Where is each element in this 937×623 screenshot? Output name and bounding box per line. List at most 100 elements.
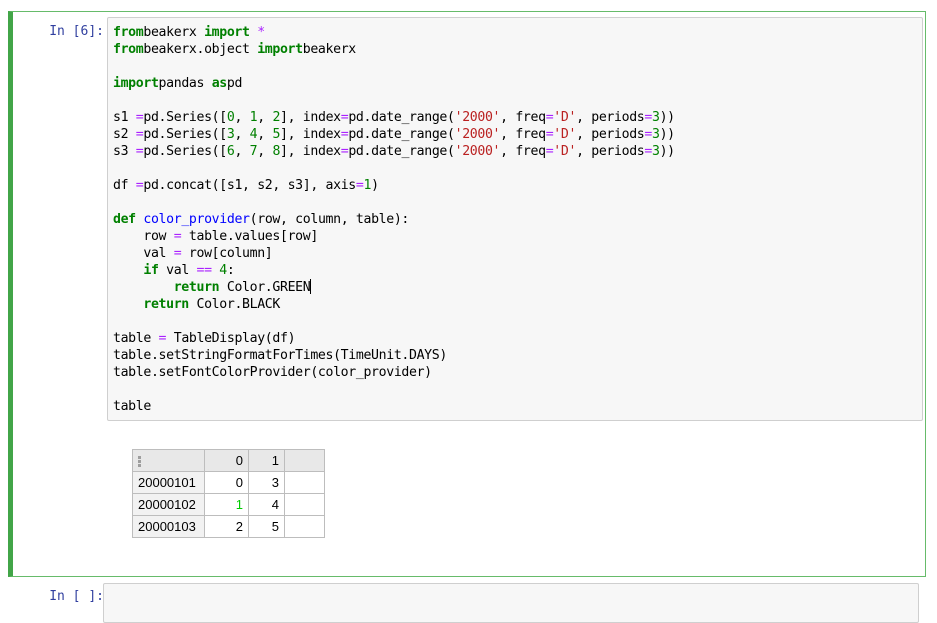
menu-dots-icon[interactable] — [138, 455, 141, 468]
code-token: , periods — [576, 110, 645, 125]
cell-prompt: In [6]: — [49, 24, 104, 39]
code-token: table — [113, 331, 159, 346]
cell-prompt: In [ ]: — [49, 589, 104, 604]
column-header[interactable]: 0 — [204, 449, 249, 472]
code-token: 2 — [272, 110, 281, 125]
code-token: TableDisplay(df) — [166, 331, 296, 346]
code-token: 1 — [363, 178, 372, 193]
table-cell[interactable]: 3 — [248, 471, 285, 494]
code-line: val = row[column] — [113, 245, 675, 262]
code-token: pd.date_range( — [348, 127, 455, 142]
code-token: )) — [659, 127, 676, 142]
code-token: pd.Series([ — [143, 144, 227, 159]
code-token: color_provider — [143, 212, 250, 227]
code-token: 3 — [651, 144, 660, 159]
code-token: '2000' — [454, 110, 501, 125]
code-token: if — [143, 263, 159, 278]
code-token: 8 — [272, 144, 281, 159]
code-token: 4 — [219, 263, 227, 278]
code-token: '2000' — [454, 127, 501, 142]
code-text[interactable]: frombeakerx import * frombeakerx.object i… — [113, 24, 675, 415]
code-token: pd.concat([s1, s2, s3], axis — [143, 178, 356, 193]
code-token: pd.date_range( — [348, 144, 455, 159]
code-token: ) — [371, 178, 379, 193]
code-cell-active[interactable]: In [6]: frombeakerx import * frombeakerx.… — [8, 11, 926, 577]
code-line: row = table.values[row] — [113, 228, 675, 245]
text-cursor — [310, 279, 312, 294]
table-row[interactable]: 20000103 2 5 — [132, 515, 325, 538]
row-index[interactable]: 20000103 — [132, 515, 205, 538]
column-header[interactable]: 1 — [248, 449, 285, 472]
code-token: 'D' — [553, 127, 577, 142]
code-token: from — [113, 25, 144, 40]
code-token: import — [204, 25, 250, 40]
table-cell[interactable]: 4 — [248, 493, 285, 516]
code-editor[interactable]: frombeakerx import * frombeakerx.object i… — [107, 17, 923, 421]
index-header[interactable] — [132, 449, 205, 472]
code-token: table.setFontColorProvider(color_provide… — [113, 365, 432, 380]
table-header-row: 0 1 — [132, 449, 325, 472]
code-token: beakerx.object — [143, 42, 258, 57]
row-filler — [284, 471, 325, 494]
code-token: df — [113, 178, 136, 193]
code-token: s1 — [113, 110, 136, 125]
code-token: pd.Series([ — [143, 127, 227, 142]
code-token: == — [196, 263, 213, 278]
code-token: )) — [659, 110, 676, 125]
code-token: table.setStringFormatForTimes(TimeUnit.D… — [113, 348, 447, 363]
code-token: 5 — [272, 127, 281, 142]
code-cell-empty[interactable]: In [ ]: — [8, 583, 926, 623]
code-line: frombeakerx.object importbeakerx — [113, 41, 675, 58]
row-filler — [284, 515, 325, 538]
output-table[interactable]: 0 1 20000101 0 3 20000102 1 4 20000103 2 5 — [132, 449, 325, 538]
code-token: table — [113, 399, 151, 414]
table-cell[interactable]: 5 — [248, 515, 285, 538]
code-token: , — [257, 127, 273, 142]
header-filler — [284, 449, 325, 472]
table-cell[interactable]: 2 — [204, 515, 249, 538]
table-row[interactable]: 20000101 0 3 — [132, 471, 325, 494]
code-token: val — [113, 246, 174, 261]
code-line: return Color.BLACK — [113, 296, 675, 313]
table-cell[interactable]: 0 — [204, 471, 249, 494]
code-token: , periods — [576, 127, 645, 142]
code-token: Color.GREEN — [219, 280, 311, 295]
code-token: 'D' — [553, 144, 577, 159]
code-line: df =pd.concat([s1, s2, s3], axis=1) — [113, 177, 675, 194]
code-line: table.setFontColorProvider(color_provide… — [113, 364, 675, 381]
code-editor-empty[interactable] — [103, 583, 919, 623]
table-row[interactable]: 20000102 1 4 — [132, 493, 325, 516]
row-filler — [284, 493, 325, 516]
code-line: def color_provider(row, column, table): — [113, 211, 675, 228]
code-token: row — [113, 229, 174, 244]
code-token: 3 — [651, 127, 660, 142]
code-line: table.setStringFormatForTimes(TimeUnit.D… — [113, 347, 675, 364]
code-token: * — [249, 25, 265, 40]
code-token: pd.date_range( — [348, 110, 455, 125]
code-token: pd.Series([ — [143, 110, 227, 125]
code-token: , — [257, 144, 273, 159]
code-token: (row, column, table): — [249, 212, 410, 227]
code-token: ], index — [280, 144, 341, 159]
code-token: , — [234, 110, 250, 125]
code-token: , freq — [500, 127, 546, 142]
code-token: = — [158, 331, 167, 346]
code-token: , — [234, 144, 250, 159]
code-token: ], index — [280, 127, 341, 142]
code-line: table — [113, 398, 675, 415]
code-line: s1 =pd.Series([0, 1, 2], index=pd.date_r… — [113, 109, 675, 126]
code-token: pd — [226, 76, 243, 91]
code-line: importpandas aspd — [113, 75, 675, 92]
code-token: , periods — [576, 144, 645, 159]
table-cell[interactable]: 1 — [204, 493, 249, 516]
code-token: import — [257, 42, 303, 57]
row-index[interactable]: 20000102 — [132, 493, 205, 516]
row-index[interactable]: 20000101 — [132, 471, 205, 494]
code-token: return — [143, 297, 189, 312]
code-line: frombeakerx import * — [113, 24, 675, 41]
